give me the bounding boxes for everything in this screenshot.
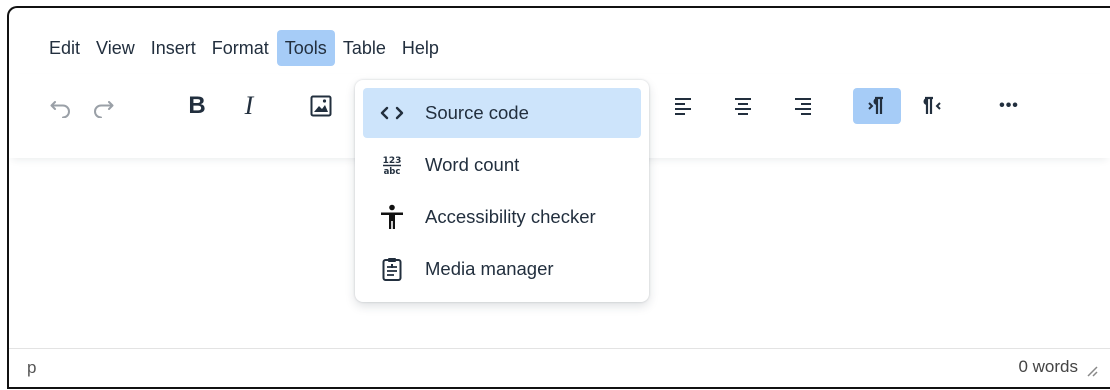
ltr-icon xyxy=(868,96,883,114)
menu-table[interactable]: Table xyxy=(335,30,394,66)
align-right-icon xyxy=(795,98,811,115)
menu-item-label: Source code xyxy=(425,102,529,123)
italic-button[interactable]: I xyxy=(231,88,267,124)
svg-text:123: 123 xyxy=(383,156,402,166)
menu-item-accessibility-checker[interactable]: Accessibility checker xyxy=(363,192,641,242)
svg-text:abc: abc xyxy=(384,167,401,177)
resize-handle-icon[interactable] xyxy=(1084,363,1098,377)
more-icon: ••• xyxy=(999,97,1019,114)
italic-icon: I xyxy=(244,91,254,120)
undo-icon xyxy=(50,101,70,118)
status-bar: p 0 words xyxy=(9,348,1110,387)
redo-button[interactable] xyxy=(85,88,121,124)
editor-frame: Edit View Insert Format Tools Table Help… xyxy=(7,6,1110,389)
menu-item-word-count[interactable]: 123 abc Word count xyxy=(363,140,641,190)
bold-button[interactable]: B xyxy=(179,88,215,124)
media-manager-icon xyxy=(379,256,405,282)
tools-dropdown-menu: Source code 123 abc Word count Accessibi… xyxy=(355,80,649,302)
menu-help[interactable]: Help xyxy=(394,30,447,66)
accessibility-icon xyxy=(379,204,405,230)
undo-button[interactable] xyxy=(43,88,79,124)
element-path[interactable]: p xyxy=(27,358,36,378)
rtl-button[interactable] xyxy=(913,88,949,124)
menubar: Edit View Insert Format Tools Table Help xyxy=(9,8,1110,74)
align-center-icon xyxy=(735,98,751,115)
ltr-button[interactable] xyxy=(853,88,901,124)
align-center-button[interactable] xyxy=(725,88,761,124)
menu-item-label: Word count xyxy=(425,154,520,175)
menu-edit[interactable]: Edit xyxy=(41,30,88,66)
menu-view[interactable]: View xyxy=(88,30,143,66)
word-count-status[interactable]: 0 words xyxy=(1018,357,1078,377)
bold-icon: B xyxy=(188,92,206,119)
word-count-icon: 123 abc xyxy=(379,152,405,178)
menu-item-label: Media manager xyxy=(425,258,554,279)
menu-item-label: Accessibility checker xyxy=(425,206,596,227)
align-left-button[interactable] xyxy=(665,88,701,124)
image-button[interactable] xyxy=(303,88,339,124)
rtl-icon xyxy=(923,96,941,114)
menu-tools[interactable]: Tools xyxy=(276,30,335,66)
align-left-icon xyxy=(675,98,691,115)
source-code-icon xyxy=(379,100,405,126)
image-icon xyxy=(310,95,332,117)
menu-item-source-code[interactable]: Source code xyxy=(363,88,641,138)
menu-item-media-manager[interactable]: Media manager xyxy=(363,244,641,294)
menu-insert[interactable]: Insert xyxy=(143,30,204,66)
menu-format[interactable]: Format xyxy=(204,30,277,66)
align-right-button[interactable] xyxy=(785,88,821,124)
redo-icon xyxy=(94,101,114,118)
more-button[interactable]: ••• xyxy=(987,88,1031,124)
